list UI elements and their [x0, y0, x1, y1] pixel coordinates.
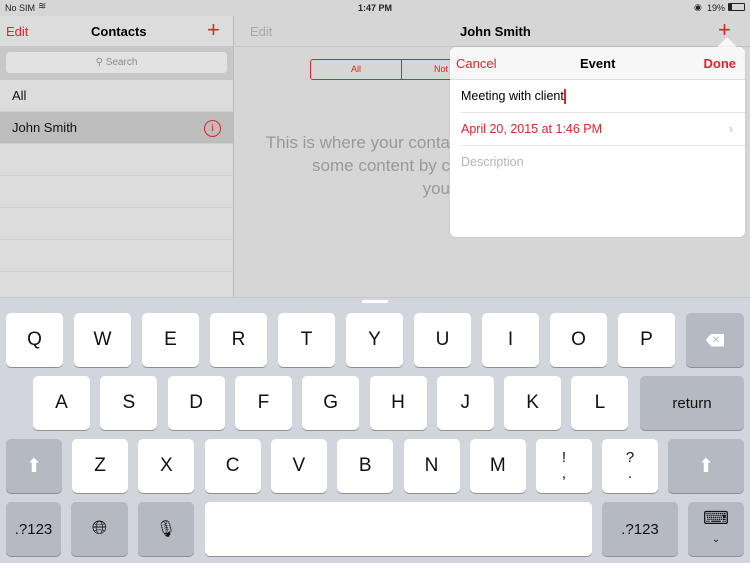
globe-icon: 🌐︎ — [91, 518, 108, 539]
key-glyph: , — [561, 465, 567, 482]
key-o[interactable]: O — [550, 313, 607, 367]
key-exclamation-comma[interactable]: !, — [536, 439, 592, 493]
key-r[interactable]: R — [210, 313, 267, 367]
empty-text-line: This is where your conta — [265, 133, 450, 152]
wifi-icon: ≋ — [38, 1, 47, 12]
shift-icon: ⬆ — [26, 455, 42, 477]
key-b[interactable]: B — [337, 439, 394, 493]
battery-icon — [728, 3, 745, 11]
detail-navbar: Edit John Smith — [235, 16, 750, 47]
contact-name: John Smith — [12, 120, 78, 135]
key-w[interactable]: W — [74, 313, 131, 367]
text-cursor — [563, 89, 566, 105]
microphone-icon: 🎙︎ — [155, 521, 177, 538]
key-question-period[interactable]: ?. — [602, 439, 658, 493]
key-glyph: ! — [561, 449, 567, 466]
event-popover: Cancel Event Done Meeting with client Ap… — [450, 47, 745, 237]
search-placeholder: Search — [105, 57, 138, 68]
cancel-button[interactable]: Cancel — [456, 56, 496, 71]
empty-row — [0, 208, 233, 240]
event-title-input[interactable]: Meeting with client — [461, 80, 745, 113]
battery-percent: 19% — [707, 3, 726, 13]
hide-keyboard-icon: ⌨︎ ⌄ — [703, 508, 729, 545]
key-k[interactable]: K — [504, 376, 562, 430]
search-icon: ⚲ — [95, 57, 103, 68]
key-glyph: ? — [625, 449, 635, 466]
key-x[interactable]: X — [138, 439, 195, 493]
numbers-button[interactable]: .?123 — [6, 502, 61, 556]
empty-row — [0, 144, 233, 176]
key-g[interactable]: G — [302, 376, 360, 430]
key-u[interactable]: U — [414, 313, 471, 367]
chevron-right-icon: › — [728, 122, 733, 136]
key-n[interactable]: N — [403, 439, 460, 493]
event-title-value: Meeting with client — [461, 89, 564, 103]
segment-all[interactable]: All — [311, 60, 402, 79]
done-button[interactable]: Done — [704, 56, 737, 71]
numbers-button-right[interactable]: .?123 — [602, 502, 678, 556]
key-y[interactable]: Y — [346, 313, 403, 367]
page-title: Contacts — [91, 24, 147, 39]
empty-text-line: some content by c — [312, 156, 450, 175]
dictation-button[interactable]: 🎙︎ — [138, 502, 194, 556]
hide-keyboard-button[interactable]: ⌨︎ ⌄ — [688, 502, 744, 556]
clock: 1:47 PM — [358, 3, 393, 13]
key-c[interactable]: C — [204, 439, 261, 493]
backspace-icon: ✕ — [705, 333, 725, 347]
event-date-row[interactable]: April 20, 2015 at 1:46 PM › — [461, 113, 745, 146]
description-input[interactable]: Description — [461, 146, 745, 179]
key-glyph: . — [627, 465, 633, 482]
popover-header: Cancel Event Done — [450, 47, 745, 80]
status-bar: No SIM ≋ 1:47 PM ◉ 19% — [0, 0, 750, 16]
search-bar: ⚲ Search — [0, 47, 233, 80]
detail-title: John Smith — [460, 24, 531, 39]
key-glyphs: ?. — [626, 450, 634, 482]
list-item-selected[interactable]: John Smith i — [0, 112, 233, 144]
empty-text-line: you — [422, 179, 450, 198]
edit-button[interactable]: Edit — [250, 24, 272, 39]
keyboard: Q W E R T Y U I O P ✕ A S D F G H J K Lreturn ⬆ Z X C V B N M!,?. ⬆.… — [0, 297, 750, 563]
key-v[interactable]: V — [270, 439, 327, 493]
orientation-lock-icon: ◉ — [694, 2, 702, 12]
popover-title: Event — [580, 56, 616, 71]
key-l[interactable]: L — [571, 376, 629, 430]
empty-state-text: This is where your conta some content by… — [235, 131, 450, 200]
globe-button[interactable]: 🌐︎ — [71, 502, 128, 556]
contacts-pane: Edit Contacts + ⚲ Search All John Smith … — [0, 16, 234, 297]
key-z[interactable]: Z — [72, 439, 128, 493]
shift-icon: ⬆ — [698, 455, 714, 477]
contacts-navbar: Edit Contacts + — [0, 16, 233, 47]
shift-button[interactable]: ⬆ — [6, 439, 62, 493]
key-h[interactable]: H — [369, 376, 427, 430]
key-q[interactable]: Q — [6, 313, 63, 367]
edit-button[interactable]: Edit — [6, 24, 28, 39]
empty-row — [0, 240, 233, 272]
list-item[interactable]: All — [0, 80, 233, 112]
key-f[interactable]: F — [234, 376, 292, 430]
key-i[interactable]: I — [482, 313, 539, 367]
event-date: April 20, 2015 at 1:46 PM — [461, 122, 603, 136]
backspace-button[interactable]: ✕ — [686, 313, 744, 367]
key-t[interactable]: T — [278, 313, 335, 367]
key-a[interactable]: A — [33, 376, 90, 430]
key-d[interactable]: D — [167, 376, 225, 430]
empty-row — [0, 176, 233, 208]
key-j[interactable]: J — [436, 376, 494, 430]
carrier: No SIM — [5, 3, 36, 13]
search-input[interactable]: ⚲ Search — [6, 52, 227, 73]
key-e[interactable]: E — [142, 313, 199, 367]
space-bar[interactable] — [205, 502, 592, 556]
key-s[interactable]: S — [100, 376, 158, 430]
info-icon[interactable]: i — [204, 120, 221, 137]
keyboard-grabber[interactable] — [362, 300, 388, 303]
key-m[interactable]: M — [469, 439, 526, 493]
key-glyphs: !, — [562, 450, 566, 482]
shift-button-right[interactable]: ⬆ — [668, 439, 744, 493]
return-button[interactable]: return — [640, 376, 744, 430]
add-contact-button[interactable]: + — [207, 17, 220, 43]
key-p[interactable]: P — [618, 313, 675, 367]
